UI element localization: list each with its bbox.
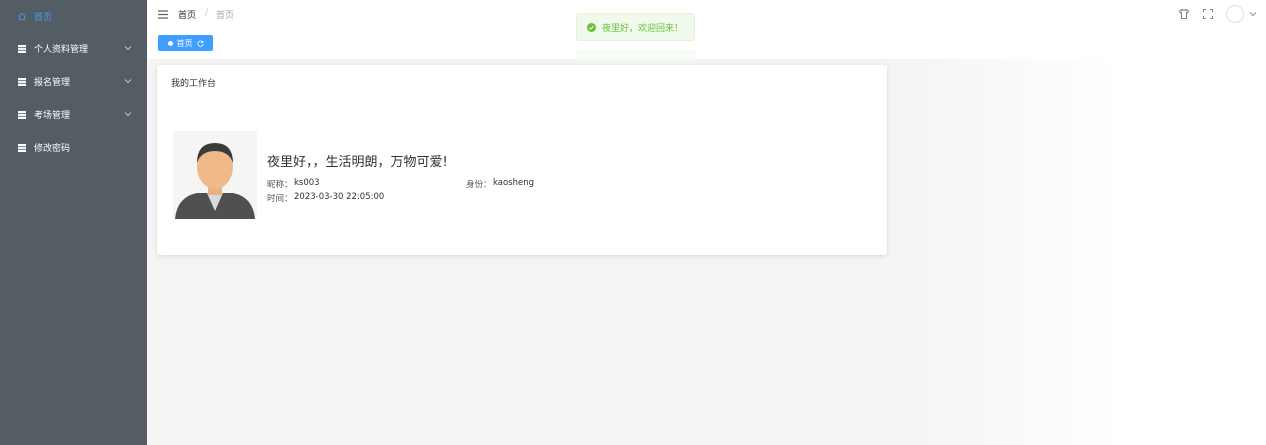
home-icon: [18, 12, 26, 21]
sidebar-item-label: 个人资料管理: [34, 45, 89, 55]
toast-ghost: [576, 50, 695, 64]
sidebar-item-label: 考场管理: [34, 111, 71, 121]
menu-toggle-icon[interactable]: [158, 10, 168, 19]
grid-icon: [18, 44, 26, 53]
time-value: 2023-03-30 22:05:00: [294, 192, 385, 202]
tags-view: 首页: [147, 30, 1266, 59]
sidebar-item-change-password[interactable]: 修改密码: [0, 131, 147, 164]
active-dot-icon: [167, 40, 173, 46]
breadcrumb-home[interactable]: 首页: [178, 8, 196, 21]
breadcrumb-current: 首页: [216, 11, 235, 21]
toast-message: 夜里好，欢迎回来！: [602, 23, 684, 34]
identity-value: kaosheng: [493, 178, 535, 188]
grid-icon: [18, 110, 26, 119]
sidebar-item-registration[interactable]: 报名管理: [0, 65, 147, 98]
chevron-down-icon: [124, 46, 132, 51]
tag-label: 首页: [176, 38, 193, 48]
nickname-label: 昵称：: [267, 180, 293, 190]
success-check-icon: [587, 22, 596, 32]
chevron-down-icon: [124, 79, 132, 84]
nickname-value: ks003: [294, 178, 320, 188]
greeting-text: 夜里好，，生活明朗，万物可爱!: [267, 155, 448, 170]
dashboard-card: 我的工作台 夜里好，，生活明朗，万物可爱! 昵称： ks003 身份： kaos…: [157, 65, 887, 255]
sidebar-item-label: 首页: [34, 13, 53, 23]
sidebar-item-label: 修改密码: [34, 144, 71, 154]
sidebar-item-exam-room[interactable]: 考场管理: [0, 98, 147, 131]
tag-home[interactable]: 首页: [158, 35, 213, 51]
top-header: 首页 / 首页: [147, 0, 1266, 30]
fullscreen-icon[interactable]: [1202, 8, 1214, 20]
grid-icon: [18, 143, 26, 152]
breadcrumb-separator: /: [205, 8, 209, 18]
sidebar-item-home[interactable]: 首页: [0, 0, 147, 33]
refresh-icon[interactable]: [197, 40, 204, 47]
identity-label: 身份：: [466, 180, 492, 190]
success-toast: 夜里好，欢迎回来！: [576, 13, 695, 41]
sidebar-item-label: 报名管理: [34, 78, 71, 88]
sidebar: 首页 个人资料管理 报名管理 考场管理 修改密码: [0, 0, 147, 445]
time-label: 时间：: [267, 194, 293, 204]
card-title: 我的工作台: [171, 79, 217, 89]
theme-shirt-icon[interactable]: [1178, 8, 1190, 20]
user-avatar[interactable]: [1226, 5, 1244, 23]
grid-icon: [18, 77, 26, 86]
chevron-down-icon[interactable]: [1248, 9, 1258, 19]
main-content: 我的工作台 夜里好，，生活明朗，万物可爱! 昵称： ks003 身份： kaos…: [147, 59, 1266, 445]
background-fade: [897, 59, 1266, 445]
chevron-down-icon: [124, 112, 132, 117]
sidebar-item-profile[interactable]: 个人资料管理: [0, 32, 147, 65]
user-avatar-image: [173, 131, 257, 219]
